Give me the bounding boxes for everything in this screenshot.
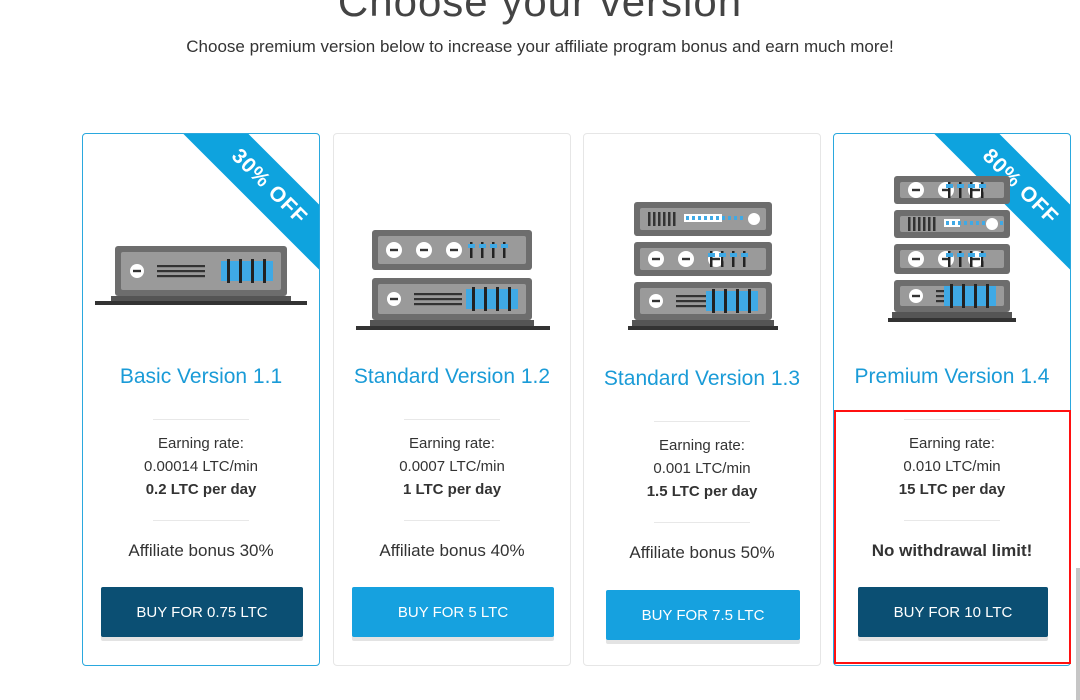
plan-name: Basic Version 1.1 (119, 365, 283, 388)
buy-button[interactable]: BUY FOR 0.75 LTC (101, 587, 303, 637)
earning-rate-label: Earning rate: (909, 435, 995, 452)
buy-button[interactable]: BUY FOR 5 LTC (352, 587, 554, 637)
server-rack-icon (356, 230, 550, 330)
earning-rate-label: Earning rate: (158, 435, 244, 452)
earning-rate-per-day: 15 LTC per day (898, 481, 1006, 498)
withdrawal-limit-note: No withdrawal limit! (871, 541, 1033, 560)
plan-name: Premium Version 1.4 (854, 365, 1050, 388)
plan-card-premium-1-4[interactable]: 80% OFF Premium Version 1.4 Earning rate… (833, 133, 1071, 666)
page-subtitle: Choose premium version below to increase… (186, 37, 894, 56)
earning-rate-per-min: 0.00014 LTC/min (144, 458, 258, 475)
earning-rate-per-day: 1 LTC per day (402, 481, 502, 498)
plan-card-standard-1-2[interactable]: Standard Version 1.2 Earning rate: 0.000… (333, 133, 571, 666)
plan-name: Standard Version 1.3 (603, 367, 801, 390)
plan-card-standard-1-3[interactable]: Standard Version 1.3 Earning rate: 0.001… (583, 133, 821, 666)
earning-rate-per-min: 0.010 LTC/min (903, 458, 1001, 475)
earning-rate-label: Earning rate: (409, 435, 495, 452)
divider (904, 520, 1000, 521)
server-rack-icon (95, 246, 307, 305)
earning-rate-per-min: 0.001 LTC/min (653, 460, 751, 477)
divider (404, 419, 500, 420)
scrollbar[interactable] (1076, 568, 1080, 700)
divider (404, 520, 500, 521)
divider (153, 520, 249, 521)
buy-button[interactable]: BUY FOR 10 LTC (858, 587, 1048, 637)
earning-rate-per-min: 0.0007 LTC/min (399, 458, 505, 475)
affiliate-bonus: Affiliate bonus 50% (629, 543, 775, 562)
page-title: Choose your version (337, 0, 743, 25)
earning-rate-label: Earning rate: (659, 437, 745, 454)
divider (904, 419, 1000, 420)
server-rack-icon (628, 202, 778, 330)
earning-rate-per-day: 1.5 LTC per day (646, 483, 758, 500)
earning-rate-per-day: 0.2 LTC per day (145, 481, 257, 498)
server-rack-icon (888, 176, 1016, 322)
plan-card-basic-1-1[interactable]: 30% OFF Basic Version 1.1 Earning rate: … (82, 133, 320, 666)
affiliate-bonus: Affiliate bonus 40% (379, 541, 525, 560)
divider (654, 421, 750, 422)
plan-name: Standard Version 1.2 (353, 365, 551, 388)
affiliate-bonus: Affiliate bonus 30% (128, 541, 274, 560)
divider (153, 419, 249, 420)
divider (654, 522, 750, 523)
buy-button[interactable]: BUY FOR 7.5 LTC (606, 590, 800, 640)
